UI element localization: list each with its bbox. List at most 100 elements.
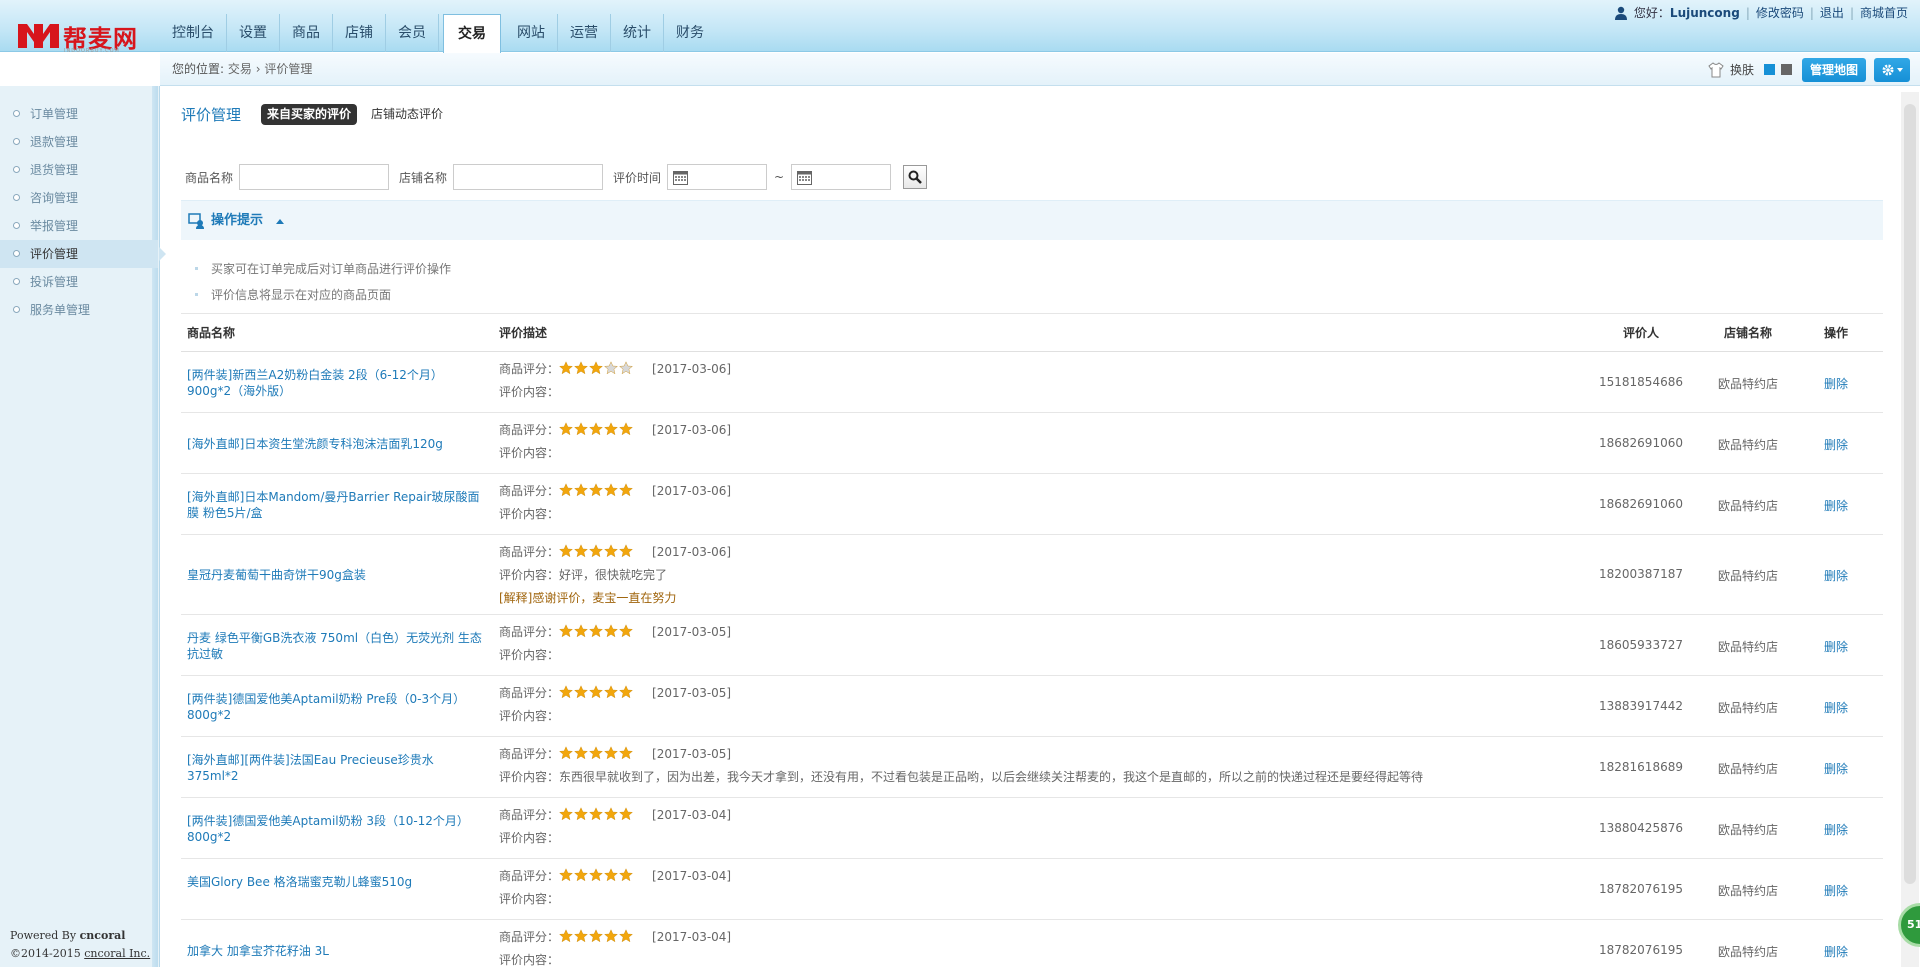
product-link[interactable]: [海外直邮][两件装]法国Eau Precieuse珍贵水 375ml*2 [187, 752, 487, 784]
sidebar: Powered By cncoral ©2014-2015 cncoral In… [0, 86, 166, 967]
copyright-link[interactable]: cncoral Inc. [84, 947, 150, 960]
review-date: [2017-03-04] [652, 808, 732, 822]
store-home-link[interactable]: 商城首页 [1860, 4, 1908, 21]
powered-by-label: Powered By [10, 929, 77, 942]
change-password-link[interactable]: 修改密码 [1756, 4, 1804, 21]
reviewer: 13880425876 [1599, 820, 1683, 835]
sidebar-item[interactable]: 投诉管理 [0, 268, 158, 296]
product-link[interactable]: 美国Glory Bee 格洛瑞蜜克勒儿蜂蜜510g [187, 874, 487, 890]
sidebar-item[interactable]: 订单管理 [0, 100, 158, 128]
gear-icon [1882, 64, 1903, 75]
review-date: [2017-03-05] [652, 625, 732, 639]
score-label: 商品评分： [499, 869, 560, 883]
nav-item[interactable]: 网站 [505, 14, 558, 52]
content-label: 评价内容： [499, 831, 560, 845]
star-icon [589, 807, 603, 821]
product-link[interactable]: 皇冠丹麦葡萄干曲奇饼干90g盒装 [187, 567, 487, 583]
product-link[interactable]: 丹麦 绿色平衡GB洗衣液 750ml（白色）无荧光剂 生态抗过敏 [187, 630, 487, 662]
review-desc: 商品评分： [2017-03-05] 评价内容： [499, 621, 731, 667]
greeting-text: 您好： [1633, 6, 1670, 20]
reviewer: 18682691060 [1599, 435, 1683, 450]
nav-item[interactable]: 控制台 [160, 14, 227, 52]
settings-menu-button[interactable] [1874, 57, 1910, 82]
product-link[interactable]: [两件装]新西兰A2奶粉白金装 2段（6-12个月）900g*2（海外版） [187, 367, 487, 399]
content-label: 评价内容： [499, 648, 560, 662]
sidebar-item[interactable]: 咨询管理 [0, 184, 158, 212]
product-link[interactable]: [两件装]德国爱他美Aptamil奶粉 3段（10-12个月）800g*2 [187, 813, 487, 845]
delete-link[interactable]: 删除 [1811, 567, 1861, 584]
skin-label[interactable]: 换肤 [1730, 61, 1754, 78]
delete-link[interactable]: 删除 [1811, 436, 1861, 453]
delete-link[interactable]: 删除 [1811, 497, 1861, 514]
product-link[interactable]: [两件装]德国爱他美Aptamil奶粉 Pre段（0-3个月）800g*2 [187, 691, 487, 723]
nav-item[interactable]: 商品 [280, 14, 333, 52]
star-icon [604, 929, 618, 943]
nav-item[interactable]: 运营 [558, 14, 611, 52]
nav-item[interactable]: 财务 [664, 14, 716, 52]
nav-item[interactable]: 统计 [611, 14, 664, 52]
delete-link[interactable]: 删除 [1811, 882, 1861, 899]
reviewer: 18281618689 [1599, 759, 1683, 774]
logout-link[interactable]: 退出 [1820, 4, 1844, 21]
delete-link[interactable]: 删除 [1811, 821, 1861, 838]
content-label: 评价内容： [499, 446, 560, 460]
user-name[interactable]: Lujuncong [1670, 6, 1740, 20]
table-row: [海外直邮]日本资生堂洗颜专科泡沫洁面乳120g 商品评分： [2017-03-06… [181, 413, 1883, 474]
review-desc: 商品评分： [2017-03-06] 评价内容： [499, 358, 731, 404]
nav-item[interactable]: 设置 [227, 14, 280, 52]
sidebar-item[interactable]: 评价管理 [0, 240, 166, 268]
breadcrumb-prefix: 您的位置: [172, 62, 225, 76]
bullet-icon [13, 138, 20, 145]
star-rating [559, 544, 634, 558]
table-row: 丹麦 绿色平衡GB洗衣液 750ml（白色）无荧光剂 生态抗过敏 商品评分： [20… [181, 615, 1883, 676]
date-range-separator: ~ [774, 170, 785, 184]
shirt-icon[interactable] [1708, 61, 1724, 78]
tab-shop-dynamic-reviews[interactable]: 店铺动态评价 [365, 104, 449, 125]
delete-link[interactable]: 删除 [1811, 760, 1861, 777]
breadcrumb-section[interactable]: 交易 [228, 62, 252, 76]
tips-list: 买家可在订单完成后对订单商品进行评价操作 评价信息将显示在对应的商品页面 [181, 240, 1883, 314]
delete-link[interactable]: 删除 [1811, 638, 1861, 655]
product-link[interactable]: 加拿大 加拿宝芥花籽油 3L [187, 943, 487, 959]
col-product-name: 商品名称 [187, 326, 236, 340]
skin-gray-swatch[interactable] [1780, 64, 1792, 75]
star-icon [619, 422, 633, 436]
start-date-input[interactable] [667, 164, 768, 190]
nav-item[interactable]: 会员 [386, 14, 439, 52]
delete-link[interactable]: 删除 [1811, 943, 1861, 960]
end-date-input[interactable] [791, 164, 892, 190]
powered-by: Powered By cncoral ©2014-2015 cncoral In… [10, 927, 150, 963]
product-link[interactable]: [海外直邮]日本资生堂洗颜专科泡沫洁面乳120g [187, 436, 487, 452]
delete-link[interactable]: 删除 [1811, 699, 1861, 716]
nav-item[interactable]: 店铺 [333, 14, 386, 52]
sidebar-item[interactable]: 退货管理 [0, 156, 158, 184]
review-date: [2017-03-06] [652, 362, 732, 376]
sidebar-item[interactable]: 服务单管理 [0, 296, 158, 324]
review-date: [2017-03-04] [652, 869, 732, 883]
sidebar-item[interactable]: 退款管理 [0, 128, 158, 156]
content-label: 评价内容： [499, 770, 560, 784]
shop-name-input[interactable] [453, 164, 604, 190]
star-icon [589, 361, 603, 375]
star-icon [574, 807, 588, 821]
sidebar-item[interactable]: 举报管理 [0, 212, 158, 240]
tips-toggle[interactable]: 操作提示 [181, 200, 1883, 240]
shop-name: 欧品特约店 [1717, 376, 1778, 391]
star-icon [574, 685, 588, 699]
delete-link[interactable]: 删除 [1811, 375, 1861, 392]
tab-buyer-reviews[interactable]: 来自买家的评价 [261, 103, 358, 125]
review-desc: 商品评分： [2017-03-04] 评价内容： [499, 804, 731, 850]
product-name-input[interactable] [239, 164, 390, 190]
site-logo[interactable]: 帮麦网 INDOORBUY.COM [18, 18, 144, 54]
tip-item: 买家可在订单完成后对订单商品进行评价操作 [195, 260, 451, 277]
product-link[interactable]: [海外直邮]日本Mandom/曼丹Barrier Repair玻尿酸面膜 粉色5… [187, 489, 487, 521]
nav-item[interactable]: 交易 [443, 14, 501, 53]
calendar-icon [797, 171, 813, 185]
star-icon [589, 483, 603, 497]
admin-map-button[interactable]: 管理地图 [1801, 57, 1866, 82]
search-icon [908, 170, 922, 184]
table-row: 皇冠丹麦葡萄干曲奇饼干90g盒装 商品评分： [2017-03-06] 评价内容：好评… [181, 535, 1883, 615]
scrollbar-thumb[interactable] [1904, 104, 1916, 884]
skin-blue-swatch[interactable] [1763, 64, 1775, 75]
search-button[interactable] [903, 165, 928, 189]
